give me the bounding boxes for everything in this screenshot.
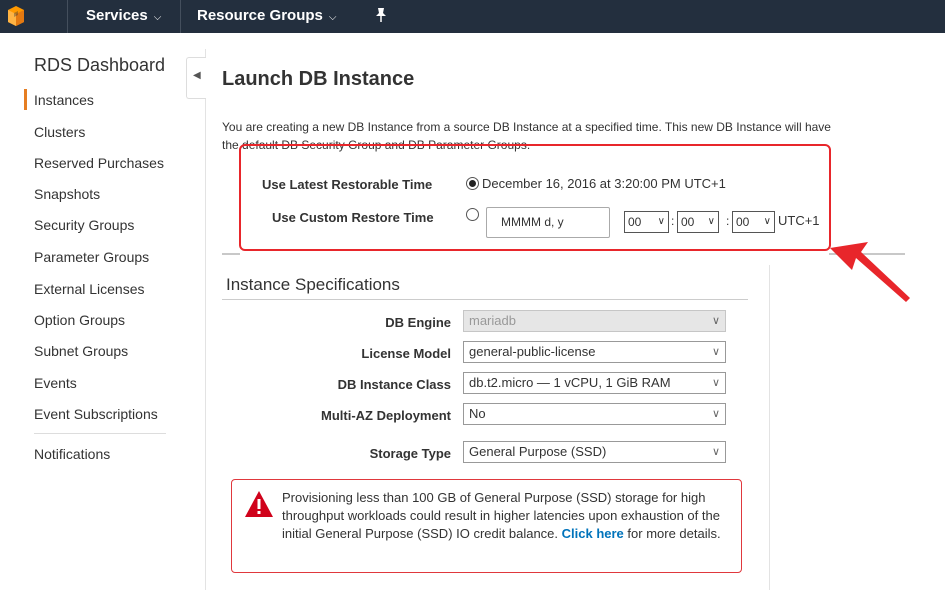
heading-underline [222, 299, 748, 300]
resource-groups-menu[interactable]: Resource Groups ⌵ [197, 0, 336, 33]
storage-type-label: Storage Type [369, 446, 451, 461]
click-here-link[interactable]: Click here [562, 526, 624, 541]
sidebar-item-reserved-purchases[interactable]: Reserved Purchases [34, 155, 164, 171]
db-engine-label: DB Engine [385, 315, 451, 330]
chevron-down-icon: ∨ [711, 408, 720, 420]
sidebar-item-external-licenses[interactable]: External Licenses [34, 281, 145, 297]
storage-warning-alert: Provisioning less than 100 GB of General… [231, 479, 742, 573]
top-nav-bar: Services ⌵ Resource Groups ⌵ [0, 0, 945, 33]
chevron-down-icon: ∨ [711, 346, 720, 358]
minute-value: 00 [681, 215, 695, 229]
storage-type-select[interactable]: General Purpose (SSD) ∨ [463, 441, 726, 463]
red-arrow-annotation-icon [830, 242, 910, 302]
license-model-select[interactable]: general-public-license ∨ [463, 341, 726, 363]
db-engine-value: mariadb [469, 313, 516, 328]
db-instance-class-select[interactable]: db.t2.micro — 1 vCPU, 1 GiB RAM ∨ [463, 372, 726, 394]
license-model-value: general-public-license [469, 344, 596, 359]
custom-restore-label: Use Custom Restore Time [272, 210, 434, 225]
page-title: Launch DB Instance [222, 68, 415, 90]
sidebar-item-security-groups[interactable]: Security Groups [34, 217, 134, 233]
sidebar-border [205, 49, 206, 590]
restore-second-select[interactable]: 00 ∨ [732, 211, 775, 233]
time-separator: : [726, 214, 730, 228]
second-value: 00 [736, 215, 750, 229]
chevron-down-icon: ∨ [711, 315, 720, 327]
latest-restore-label: Use Latest Restorable Time [262, 177, 433, 192]
sidebar-divider [34, 433, 166, 434]
warning-suffix: for more details. [627, 526, 721, 541]
multi-az-value: No [469, 406, 486, 421]
multi-az-label: Multi-AZ Deployment [321, 408, 451, 423]
chevron-down-icon: ∨ [763, 216, 771, 227]
pin-icon[interactable] [372, 6, 390, 24]
db-engine-select: mariadb ∨ [463, 310, 726, 332]
latest-restore-radio[interactable] [466, 177, 479, 190]
sidebar-item-snapshots[interactable]: Snapshots [34, 186, 100, 202]
warning-triangle-icon [245, 491, 273, 517]
sidebar-collapse-button[interactable]: ◀ [186, 57, 206, 99]
chevron-down-icon: ⌵ [153, 12, 162, 23]
db-instance-class-label: DB Instance Class [337, 377, 451, 392]
nav-separator [180, 0, 181, 33]
sidebar-item-option-groups[interactable]: Option Groups [34, 312, 125, 328]
instance-specifications-heading: Instance Specifications [226, 275, 400, 294]
chevron-down-icon: ∨ [707, 216, 715, 227]
chevron-down-icon: ∨ [711, 377, 720, 389]
sidebar-item-instances[interactable]: Instances [34, 92, 94, 108]
hour-value: 00 [628, 215, 642, 229]
chevron-down-icon: ⌵ [328, 12, 337, 23]
latest-restore-value: December 16, 2016 at 3:20:00 PM UTC+1 [482, 176, 726, 191]
time-separator: : [671, 214, 675, 228]
multi-az-select[interactable]: No ∨ [463, 403, 726, 425]
restore-hour-select[interactable]: 00 ∨ [624, 211, 669, 233]
panel-border [769, 265, 770, 590]
aws-cube-logo-icon[interactable] [4, 4, 28, 28]
services-label: Services [86, 7, 148, 24]
intro-line-1: You are creating a new DB Instance from … [222, 120, 831, 134]
sidebar-item-parameter-groups[interactable]: Parameter Groups [34, 249, 149, 265]
chevron-down-icon: ∨ [711, 446, 720, 458]
caret-left-icon: ◀ [193, 70, 201, 81]
resource-groups-label: Resource Groups [197, 7, 323, 24]
restore-date-input[interactable]: MMMM d, y [486, 207, 610, 238]
custom-timezone-label: UTC+1 [778, 213, 820, 228]
db-instance-class-value: db.t2.micro — 1 vCPU, 1 GiB RAM [469, 375, 671, 390]
sidebar-item-subnet-groups[interactable]: Subnet Groups [34, 343, 128, 359]
section-divider [222, 253, 240, 255]
restore-minute-select[interactable]: 00 ∨ [677, 211, 719, 233]
license-model-label: License Model [361, 346, 451, 361]
warning-message: Provisioning less than 100 GB of General… [282, 489, 737, 543]
storage-type-value: General Purpose (SSD) [469, 444, 607, 459]
services-menu[interactable]: Services ⌵ [86, 0, 161, 33]
active-indicator [24, 89, 27, 110]
sidebar-item-events[interactable]: Events [34, 375, 77, 391]
sidebar: RDS Dashboard Instances Clusters Reserve… [0, 33, 205, 590]
nav-separator [67, 0, 68, 33]
sidebar-item-notifications[interactable]: Notifications [34, 446, 110, 462]
sidebar-item-clusters[interactable]: Clusters [34, 124, 85, 140]
sidebar-title[interactable]: RDS Dashboard [34, 55, 165, 76]
custom-restore-radio[interactable] [466, 208, 479, 221]
chevron-down-icon: ∨ [657, 216, 665, 227]
sidebar-item-event-subscriptions[interactable]: Event Subscriptions [34, 406, 158, 422]
